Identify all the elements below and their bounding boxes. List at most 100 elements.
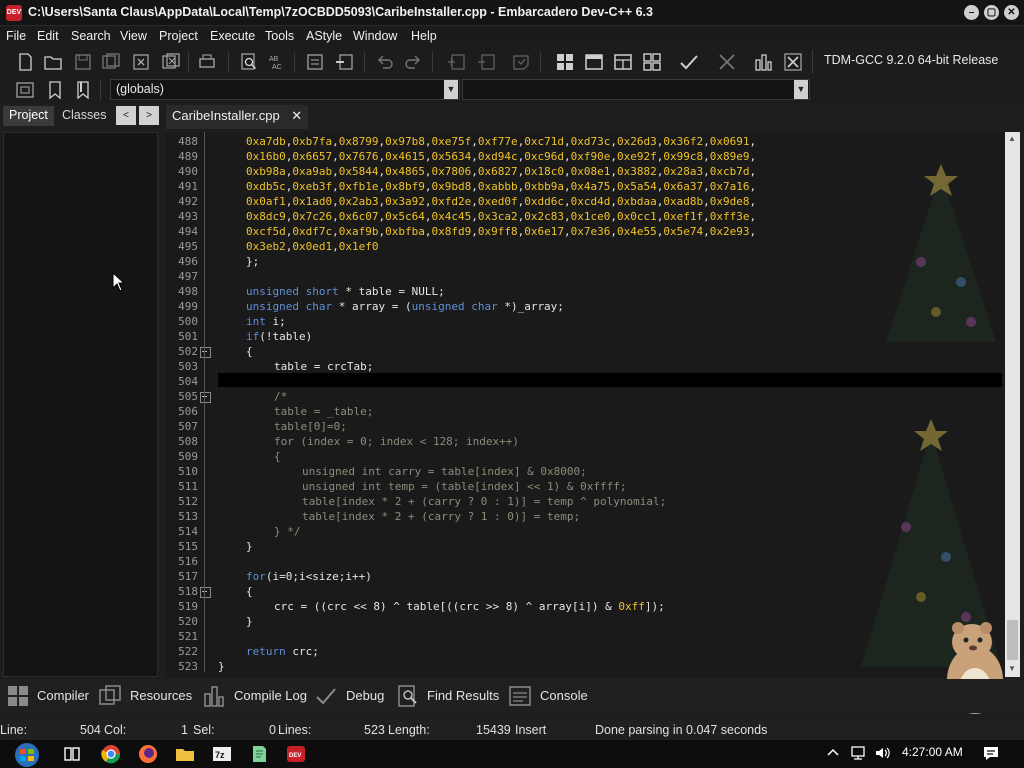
- editor-file-tab[interactable]: CaribeInstaller.cpp ✕: [166, 105, 309, 129]
- project-options-icon[interactable]: [510, 52, 532, 72]
- line-number: 515: [178, 540, 198, 553]
- file-tab-label: CaribeInstaller.cpp: [172, 108, 280, 123]
- find-icon[interactable]: [238, 52, 260, 72]
- line-number: 520: [178, 615, 198, 628]
- remove-from-project-icon[interactable]: [476, 52, 498, 72]
- menu-search[interactable]: Search: [71, 29, 111, 43]
- menu-project[interactable]: Project: [159, 29, 198, 43]
- tab-prev-button[interactable]: <: [116, 106, 136, 125]
- start-button-icon[interactable]: [10, 742, 44, 768]
- tab-debug[interactable]: Debug: [346, 688, 384, 703]
- add-to-project-icon[interactable]: [446, 52, 468, 72]
- scope-combo[interactable]: (globals): [110, 79, 460, 100]
- code-line: 0xdb5c,0xeb3f,0xfb1e,0x8bf9,0x9bd8,0xabb…: [246, 180, 757, 193]
- menu-view[interactable]: View: [120, 29, 147, 43]
- action-center-icon[interactable]: [982, 744, 1000, 762]
- tab-classes[interactable]: Classes: [56, 106, 112, 126]
- new-file-icon[interactable]: [14, 52, 36, 72]
- run-icon[interactable]: [583, 52, 605, 72]
- toolbar-separator: [100, 80, 101, 100]
- tab-find-results[interactable]: Find Results: [427, 688, 499, 703]
- fold-toggle-icon[interactable]: [200, 347, 211, 358]
- print-icon[interactable]: [196, 52, 218, 72]
- symbol-combo[interactable]: [462, 79, 810, 100]
- firefox-icon[interactable]: [138, 744, 158, 764]
- compile-run-icon[interactable]: [612, 52, 634, 72]
- task-view-icon[interactable]: [62, 744, 82, 764]
- devcpp-taskbar-icon[interactable]: DEV: [286, 744, 306, 764]
- redo-icon[interactable]: [402, 52, 424, 72]
- debug-icon[interactable]: [716, 52, 738, 72]
- line-number: 522: [178, 645, 198, 658]
- tab-compiler[interactable]: Compiler: [37, 688, 89, 703]
- code-line: };: [246, 255, 260, 268]
- tab-resources[interactable]: Resources: [130, 688, 192, 703]
- compiler-select[interactable]: TDM-GCC 9.2.0 64-bit Release: [818, 50, 1022, 72]
- toolbar-separator: [432, 52, 433, 72]
- rebuild-all-icon[interactable]: [641, 52, 663, 72]
- code-line: 0x3eb2,0x0ed1,0x1ef0: [246, 240, 379, 253]
- line-number: 510: [178, 465, 198, 478]
- devcpp-app-icon[interactable]: DEV: [6, 5, 22, 21]
- line-number: 500: [178, 315, 198, 328]
- fold-toggle-icon[interactable]: [200, 392, 211, 403]
- open-folder-icon[interactable]: [42, 52, 64, 72]
- notepad-plus-icon[interactable]: [249, 744, 269, 764]
- scroll-up-icon[interactable]: ▲: [1008, 134, 1016, 143]
- menu-edit[interactable]: Edit: [37, 29, 59, 43]
- tab-project[interactable]: Project: [3, 106, 54, 126]
- undo-icon[interactable]: [374, 52, 396, 72]
- code-line: 0xcf5d,0xdf7c,0xaf9b,0xbfba,0x8fd9,0x9ff…: [246, 225, 757, 238]
- syntax-check-icon[interactable]: [678, 52, 700, 72]
- toolbar-separator: [294, 52, 295, 72]
- line-number: 492: [178, 195, 198, 208]
- close-all-icon[interactable]: [160, 52, 182, 72]
- chevron-up-icon[interactable]: [826, 746, 840, 760]
- replace-icon[interactable]: AB AC: [266, 52, 288, 72]
- profile-icon[interactable]: [752, 52, 774, 72]
- chevron-down-icon[interactable]: ▼: [794, 80, 808, 99]
- code-editor[interactable]: 488 489 490 491 492 493 494 495 496 497 498 499 500 5…: [166, 132, 1020, 677]
- svg-text:AC: AC: [272, 64, 282, 71]
- project-tree[interactable]: [3, 132, 158, 677]
- taskbar-clock[interactable]: 4:27:00 AM: [902, 745, 963, 759]
- line-number: 508: [178, 435, 198, 448]
- line-number: 495: [178, 240, 198, 253]
- goto-bookmark-icon[interactable]: [72, 80, 94, 100]
- menu-help[interactable]: Help: [411, 29, 437, 43]
- fold-toggle-icon[interactable]: [200, 587, 211, 598]
- compile-icon[interactable]: [554, 52, 576, 72]
- 7zip-icon[interactable]: 7z: [212, 744, 232, 764]
- insert-snippet-icon[interactable]: [14, 80, 36, 100]
- menu-file[interactable]: File: [6, 29, 26, 43]
- bookmark-icon[interactable]: [44, 80, 66, 100]
- close-button[interactable]: ✕: [1004, 5, 1019, 20]
- menu-tools[interactable]: Tools: [265, 29, 294, 43]
- tab-next-button[interactable]: >: [139, 106, 159, 125]
- line-number: 498: [178, 285, 198, 298]
- editor-vertical-scrollbar[interactable]: [1005, 132, 1020, 677]
- tab-console[interactable]: Console: [540, 688, 588, 703]
- toggle-bookmark-icon[interactable]: [334, 52, 356, 72]
- close-tab-icon[interactable]: ✕: [291, 108, 302, 123]
- minimize-button[interactable]: –: [964, 5, 979, 20]
- save-icon[interactable]: [72, 52, 94, 72]
- tab-compile-log[interactable]: Compile Log: [234, 688, 307, 703]
- maximize-button[interactable]: ▢: [984, 5, 999, 20]
- abort-icon[interactable]: [782, 52, 804, 72]
- svg-text:AB: AB: [269, 56, 279, 63]
- menu-execute[interactable]: Execute: [210, 29, 255, 43]
- chevron-down-icon[interactable]: ▼: [444, 80, 458, 99]
- chrome-icon[interactable]: [101, 744, 121, 764]
- close-file-icon[interactable]: [130, 52, 152, 72]
- file-explorer-icon[interactable]: [175, 744, 195, 764]
- network-icon[interactable]: [850, 745, 868, 761]
- menu-astyle[interactable]: AStyle: [306, 29, 342, 43]
- code-line: return crc;: [246, 645, 319, 658]
- code-line: {: [274, 450, 281, 463]
- volume-icon[interactable]: [874, 745, 892, 761]
- save-all-icon[interactable]: [100, 52, 122, 72]
- goto-line-icon[interactable]: [304, 52, 326, 72]
- code-line: table = crcTab;: [274, 360, 374, 373]
- menu-window[interactable]: Window: [353, 29, 397, 43]
